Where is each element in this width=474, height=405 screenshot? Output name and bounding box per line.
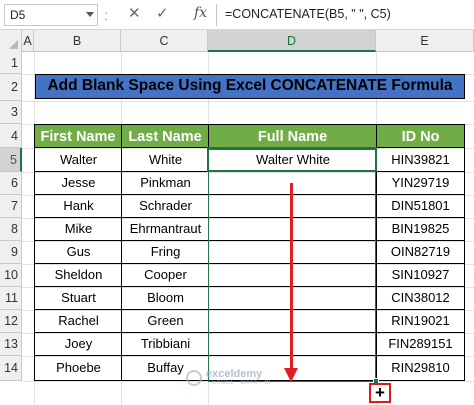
insert-function-icon[interactable]: fx: [194, 5, 207, 21]
cell-last-name[interactable]: Tribbiani: [121, 333, 209, 356]
cell-id-no[interactable]: BIN19825: [376, 218, 465, 241]
row-header-9[interactable]: 9: [0, 241, 22, 264]
cell-last-name[interactable]: Fring: [121, 241, 209, 264]
cell-last-name[interactable]: Bloom: [121, 287, 209, 310]
name-box-dropdown-icon[interactable]: [86, 12, 94, 17]
fill-down-arrow: [290, 183, 293, 369]
cell-first-name[interactable]: Hank: [34, 195, 122, 218]
formula-input[interactable]: =CONCATENATE(B5, " ", C5): [216, 4, 472, 26]
formula-bar: D5 : ✕ ✓ fx =CONCATENATE(B5, " ", C5): [0, 0, 474, 30]
column-header-bar: A B C D E: [0, 30, 474, 52]
watermark-text: exceldemy: [206, 368, 263, 380]
formula-text: =CONCATENATE(B5, " ", C5): [225, 7, 391, 21]
select-all-icon: [9, 40, 18, 49]
cell-last-name[interactable]: Pinkman: [121, 172, 209, 195]
row-header-13[interactable]: 13: [0, 333, 22, 356]
active-cell[interactable]: [207, 147, 377, 172]
header-id-no[interactable]: ID No: [376, 124, 465, 148]
row-header-10[interactable]: 10: [0, 264, 22, 287]
name-box[interactable]: D5: [4, 4, 98, 26]
row-header-7[interactable]: 7: [0, 195, 22, 218]
cell-id-no[interactable]: OIN82719: [376, 241, 465, 264]
cell-first-name[interactable]: Phoebe: [34, 356, 122, 381]
cell-first-name[interactable]: Walter: [34, 148, 122, 172]
column-header-a[interactable]: A: [22, 30, 34, 52]
header-full-name[interactable]: Full Name: [208, 124, 377, 148]
cell-first-name[interactable]: Mike: [34, 218, 122, 241]
watermark-logo-icon: [186, 370, 202, 386]
cell-id-no[interactable]: YIN29719: [376, 172, 465, 195]
fill-cursor-highlight: +: [369, 383, 391, 403]
cancel-icon[interactable]: ✕: [128, 4, 141, 22]
crosshair-plus-icon: +: [375, 383, 385, 402]
row-header-3[interactable]: 3: [0, 101, 22, 124]
row-header-5[interactable]: 5: [0, 148, 22, 172]
enter-icon[interactable]: ✓: [156, 4, 169, 22]
header-first-name[interactable]: First Name: [34, 124, 122, 148]
fill-down-arrow-head: [284, 368, 298, 382]
column-header-d[interactable]: D: [208, 30, 376, 52]
cell-last-name[interactable]: White: [121, 148, 209, 172]
cell-id-no[interactable]: RIN19021: [376, 310, 465, 333]
column-header-b[interactable]: B: [34, 30, 121, 52]
header-last-name[interactable]: Last Name: [121, 124, 209, 148]
cell-first-name[interactable]: Rachel: [34, 310, 122, 333]
cell-first-name[interactable]: Joey: [34, 333, 122, 356]
name-box-value: D5: [10, 8, 26, 22]
cell-id-no[interactable]: FIN289151: [376, 333, 465, 356]
cell-id-no[interactable]: RIN29810: [376, 356, 465, 381]
row-header-2[interactable]: 2: [0, 74, 22, 101]
row-header-14[interactable]: 14: [0, 356, 22, 381]
cell-last-name[interactable]: Ehrmantraut: [121, 218, 209, 241]
formula-bar-separator: :: [104, 7, 109, 23]
cell-first-name[interactable]: Stuart: [34, 287, 122, 310]
cell-first-name[interactable]: Gus: [34, 241, 122, 264]
column-header-c[interactable]: C: [121, 30, 208, 52]
cell-id-no[interactable]: HIN39821: [376, 148, 465, 172]
cell-first-name[interactable]: Jesse: [34, 172, 122, 195]
cell-last-name[interactable]: Green: [121, 310, 209, 333]
row-header-1[interactable]: 1: [0, 52, 22, 74]
cell-last-name[interactable]: Schrader: [121, 195, 209, 218]
row-header-8[interactable]: 8: [0, 218, 22, 241]
row-header-6[interactable]: 6: [0, 172, 22, 195]
cell-id-no[interactable]: DIN51801: [376, 195, 465, 218]
column-header-e[interactable]: E: [376, 30, 474, 52]
cell-first-name[interactable]: Sheldon: [34, 264, 122, 287]
row-header-12[interactable]: 12: [0, 310, 22, 333]
cell-id-no[interactable]: CIN38012: [376, 287, 465, 310]
row-header-4[interactable]: 4: [0, 124, 22, 148]
cell-id-no[interactable]: SIN10927: [376, 264, 465, 287]
select-all-button[interactable]: [0, 30, 22, 52]
sheet-title[interactable]: Add Blank Space Using Excel CONCATENATE …: [35, 74, 465, 99]
watermark-tagline: EXCEL · DATA · BI: [212, 380, 272, 386]
row-header-11[interactable]: 11: [0, 287, 22, 310]
cell-last-name[interactable]: Cooper: [121, 264, 209, 287]
